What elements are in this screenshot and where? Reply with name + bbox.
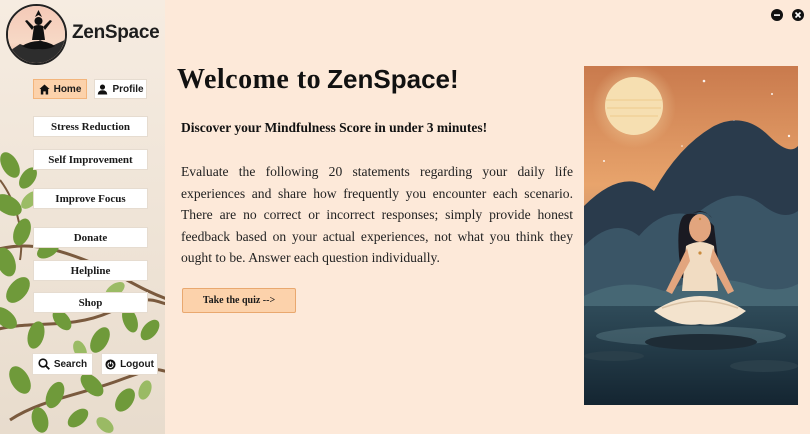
meditation-illustration	[584, 66, 798, 405]
nav-donate[interactable]: Donate	[33, 227, 148, 248]
search-button[interactable]: Search	[32, 353, 93, 375]
profile-button[interactable]: Profile	[94, 79, 147, 99]
logo	[6, 4, 67, 65]
brand-name: ZenSpace	[72, 22, 160, 43]
home-label: Home	[53, 83, 82, 95]
nav-shop[interactable]: Shop	[33, 292, 148, 313]
home-button[interactable]: Home	[33, 79, 87, 99]
nav-helpline[interactable]: Helpline	[33, 260, 148, 281]
welcome-prefix: Welcome to	[177, 64, 322, 95]
take-quiz-button[interactable]: Take the quiz -->	[182, 288, 296, 313]
power-icon	[105, 358, 116, 370]
close-icon	[794, 11, 802, 19]
user-icon	[97, 83, 108, 95]
nav-improve-focus[interactable]: Improve Focus	[33, 188, 148, 209]
nav-self-improvement[interactable]: Self Improvement	[33, 149, 148, 170]
nav-stress-reduction[interactable]: Stress Reduction	[33, 116, 148, 137]
close-button[interactable]	[792, 9, 804, 21]
minimize-button[interactable]	[771, 9, 783, 21]
page-title: Welcome to ZenSpace!	[177, 64, 459, 96]
subtitle: Discover your Mindfulness Score in under…	[181, 120, 488, 135]
home-icon	[39, 83, 50, 95]
profile-label: Profile	[112, 83, 144, 95]
search-label: Search	[53, 358, 88, 370]
main-content: Welcome to ZenSpace! Discover your Mindfu…	[165, 0, 810, 434]
minimize-icon	[774, 14, 780, 16]
logout-label: Logout	[120, 358, 154, 370]
description: Evaluate the following 20 statements reg…	[181, 164, 573, 265]
logout-button[interactable]: Logout	[101, 353, 158, 375]
sidebar: ZenSpace Home Profile Stress Reduction S…	[0, 0, 165, 434]
welcome-brand: ZenSpace!	[327, 64, 459, 94]
search-icon	[38, 358, 50, 370]
